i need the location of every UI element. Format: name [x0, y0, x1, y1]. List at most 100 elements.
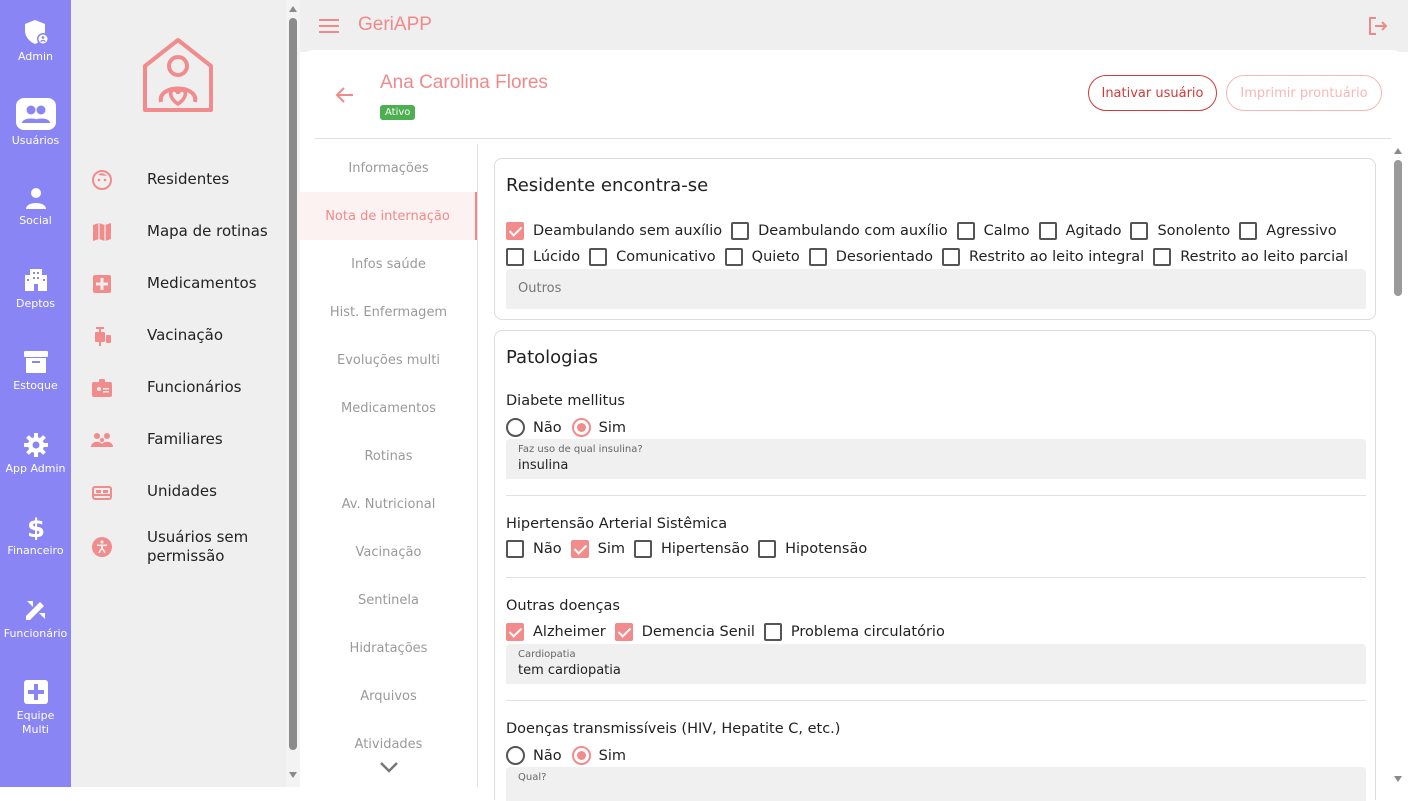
tab-rotinas[interactable]: Rotinas — [300, 432, 477, 480]
tab-medicamentos[interactable]: Medicamentos — [300, 384, 477, 432]
checkbox[interactable] — [758, 540, 777, 558]
option-agressivo[interactable]: Agressivo — [1239, 222, 1337, 240]
scroll-thumb[interactable] — [289, 18, 297, 750]
sidebar-item-usuarios-sem-permissao[interactable]: Usuários sem permissão — [91, 528, 281, 566]
menu-icon[interactable] — [319, 18, 339, 34]
cardiopatia-field[interactable]: Cardiopatia tem cardiopatia — [506, 644, 1366, 684]
checkbox[interactable] — [614, 623, 633, 641]
option-deambulando-com-auxilio[interactable]: Deambulando com auxílio — [731, 222, 948, 240]
question-doencas-transmissiveis: Doenças transmissíveis (HIV, Hepatite C,… — [506, 721, 841, 737]
tab-vacinacao[interactable]: Vacinação — [300, 528, 477, 576]
checkbox[interactable] — [808, 248, 827, 266]
option-deambulando-sem-auxilio[interactable]: Deambulando sem auxílio — [506, 222, 722, 240]
sidebar-item-mapa-de-rotinas[interactable]: Mapa de rotinas — [91, 222, 281, 243]
option-lucido[interactable]: Lúcido — [506, 248, 580, 266]
sidebar-item-vacinacao[interactable]: Vacinação — [91, 326, 281, 347]
gear-icon — [23, 433, 48, 457]
section-title: Patologias — [506, 347, 598, 368]
top-bar: GeriAPP — [300, 0, 1408, 52]
radio[interactable] — [571, 418, 591, 437]
rail-item-financeiro[interactable]: $ Financeiro — [0, 514, 71, 558]
tab-nota-de-internacao[interactable]: Nota de internação — [300, 192, 477, 240]
sidebar-item-funcionarios[interactable]: Funcionários — [91, 378, 281, 399]
checkbox[interactable] — [1038, 222, 1057, 240]
option-transmissiveis-sim[interactable]: Sim — [571, 746, 626, 765]
checkbox[interactable] — [1239, 222, 1258, 240]
outros-field[interactable]: Outros — [506, 269, 1366, 309]
qual-field[interactable]: Qual? — [506, 767, 1366, 801]
option-problema-circulatorio[interactable]: Problema circulatório — [763, 623, 945, 641]
app-title: GeriAPP — [358, 14, 432, 35]
tab-hidratacoes[interactable]: Hidratações — [300, 624, 477, 672]
option-comunicativo[interactable]: Comunicativo — [589, 248, 716, 266]
content-scrollbar[interactable] — [1392, 144, 1404, 787]
checkbox[interactable] — [506, 623, 524, 641]
rail-item-equipe-multi[interactable]: Equipe Multi — [0, 679, 71, 737]
admin-shield-icon — [24, 20, 49, 45]
radio[interactable] — [506, 746, 525, 765]
chevron-down-icon[interactable] — [379, 760, 399, 774]
option-calmo[interactable]: Calmo — [956, 222, 1030, 240]
rail-item-estoque[interactable]: Estoque — [0, 349, 71, 393]
tab-hist-enfermagem[interactable]: Hist. Enfermagem — [300, 288, 477, 336]
checkbox[interactable] — [942, 248, 961, 266]
field-label: Faz uso de qual insulina? — [518, 444, 643, 455]
sidebar-item-residentes[interactable]: Residentes — [91, 170, 281, 191]
tab-sentinela[interactable]: Sentinela — [300, 576, 477, 624]
option-hipotensao[interactable]: Hipotensão — [758, 540, 867, 558]
option-sonolento[interactable]: Sonolento — [1130, 222, 1230, 240]
rail-item-usuarios[interactable]: Usuários — [0, 98, 71, 148]
tab-informacoes[interactable]: Informações — [300, 144, 477, 192]
rail-item-app-admin[interactable]: App Admin — [0, 432, 71, 476]
tab-av-nutricional[interactable]: Av. Nutricional — [300, 480, 477, 528]
option-transmissiveis-nao[interactable]: Não — [506, 746, 562, 765]
rail-label: App Admin — [5, 462, 66, 475]
rail-item-funcionario[interactable]: Funcionário — [0, 597, 71, 641]
checkbox[interactable] — [1130, 222, 1149, 240]
logout-icon[interactable] — [1367, 15, 1389, 37]
tab-evolucoes-multi[interactable]: Evoluções multi — [300, 336, 477, 384]
rail-item-deptos[interactable]: Deptos — [0, 267, 71, 311]
print-record-button[interactable]: Imprimir prontuário — [1226, 75, 1382, 111]
checkbox[interactable] — [589, 248, 608, 266]
option-hipertensao-sim[interactable]: Sim — [570, 540, 625, 558]
option-hipertensao[interactable]: Hipertensão — [633, 540, 749, 558]
checkbox[interactable] — [731, 222, 750, 240]
deactivate-user-button[interactable]: Inativar usuário — [1088, 75, 1217, 111]
checkbox[interactable] — [724, 248, 743, 266]
option-restrito-leito-integral[interactable]: Restrito ao leito integral — [942, 248, 1144, 266]
option-diabetes-sim[interactable]: Sim — [571, 418, 626, 437]
back-arrow-icon[interactable] — [334, 86, 354, 104]
medical-box-icon — [93, 275, 111, 293]
checkbox[interactable] — [633, 540, 652, 558]
option-restrito-leito-parcial[interactable]: Restrito ao leito parcial — [1153, 248, 1348, 266]
checkbox[interactable] — [570, 540, 589, 558]
checkbox[interactable] — [506, 222, 524, 240]
option-agitado[interactable]: Agitado — [1038, 222, 1121, 240]
insulina-field[interactable]: Faz uso de qual insulina? insulina — [506, 439, 1366, 479]
option-quieto[interactable]: Quieto — [724, 248, 800, 266]
checkbox[interactable] — [763, 623, 782, 641]
scroll-thumb[interactable] — [1394, 160, 1402, 296]
option-desorientado[interactable]: Desorientado — [808, 248, 933, 266]
sidebar-scrollbar[interactable] — [286, 0, 300, 787]
tab-arquivos[interactable]: Arquivos — [300, 672, 477, 720]
checkbox[interactable] — [506, 540, 524, 558]
sidebar-item-unidades[interactable]: Unidades — [91, 482, 281, 503]
radio[interactable] — [571, 746, 591, 765]
rail-item-social[interactable]: Social — [0, 186, 71, 228]
map-icon — [93, 223, 111, 241]
tab-infos-saude[interactable]: Infos saúde — [300, 240, 477, 288]
rail-item-admin[interactable]: Admin — [0, 18, 71, 64]
option-diabetes-nao[interactable]: Não — [506, 418, 562, 437]
rail-label: Deptos — [16, 297, 55, 310]
option-hipertensao-nao[interactable]: Não — [506, 540, 562, 558]
sidebar-item-medicamentos[interactable]: Medicamentos — [91, 274, 281, 295]
option-alzheimer[interactable]: Alzheimer — [506, 623, 606, 641]
checkbox[interactable] — [956, 222, 975, 240]
sidebar-item-familiares[interactable]: Familiares — [91, 430, 281, 451]
radio[interactable] — [506, 418, 525, 437]
checkbox[interactable] — [1153, 248, 1172, 266]
checkbox[interactable] — [506, 248, 524, 266]
option-demencia-senil[interactable]: Demencia Senil — [614, 623, 755, 641]
